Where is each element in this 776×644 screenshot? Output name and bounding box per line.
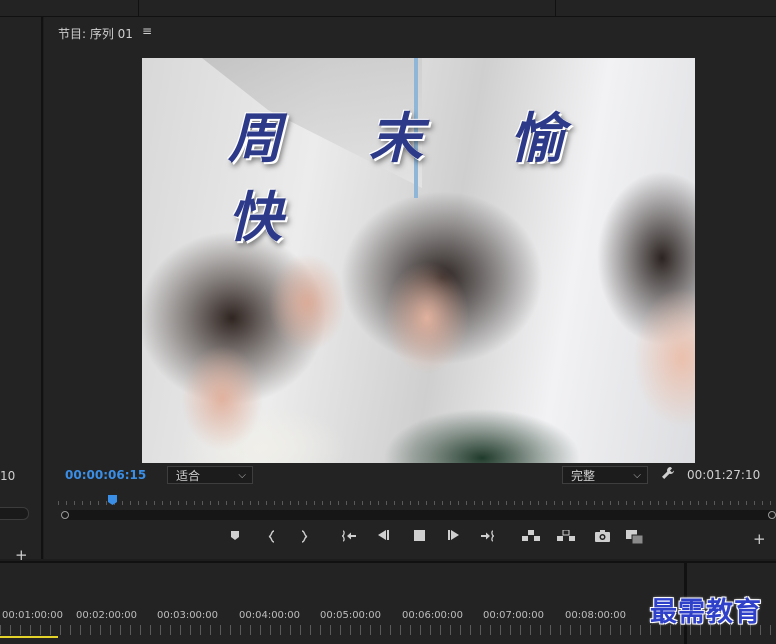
step-back-icon[interactable] bbox=[374, 530, 392, 546]
panel-menu-icon[interactable]: ≡ bbox=[142, 24, 152, 38]
timeline-time-label: 00:07:00:00 bbox=[483, 610, 545, 621]
zoom-scrollbar-handle-left[interactable] bbox=[61, 511, 69, 519]
zoom-scrollbar-handle-right[interactable] bbox=[768, 511, 776, 519]
timeline-time-label: 00:02:00:00 bbox=[76, 610, 138, 621]
mark-in-icon[interactable] bbox=[263, 530, 281, 546]
chevron-down-icon: ⌵ bbox=[238, 470, 246, 481]
stop-icon[interactable] bbox=[410, 530, 428, 546]
timeline-time-label: 00:05:00:00 bbox=[320, 610, 382, 621]
panel-divider bbox=[138, 0, 139, 16]
chevron-down-icon: ⌵ bbox=[633, 470, 641, 481]
button-editor-plus-button[interactable]: + bbox=[753, 532, 766, 547]
zoom-level-select[interactable]: 适合 ⌵ bbox=[167, 466, 253, 484]
playback-resolution-select[interactable]: 完整 ⌵ bbox=[562, 466, 648, 484]
zoom-level-value: 适合 bbox=[176, 469, 201, 483]
source-timecode: 10 bbox=[0, 469, 16, 483]
program-monitor-panel: 节目: 序列 01 ≡ 周 末 愉 快 00:00:06:15 适合 ⌵ 完整 … bbox=[44, 17, 776, 559]
watermark-logo: 最需教育 bbox=[650, 597, 762, 628]
title-overlay-text: 周 末 愉 快 bbox=[228, 106, 598, 249]
extract-icon[interactable] bbox=[557, 530, 575, 546]
timeline-time-label: 00:04:00:00 bbox=[239, 610, 301, 621]
timeline-time-label: 00:01:00:00 bbox=[2, 610, 64, 621]
panel-title[interactable]: 节目: 序列 01 bbox=[58, 25, 133, 42]
source-panel: 10 + bbox=[0, 17, 43, 563]
timeline-time-label: 00:06:00:00 bbox=[402, 610, 464, 621]
go-to-out-icon[interactable] bbox=[479, 530, 497, 546]
export-frame-icon[interactable] bbox=[593, 530, 611, 546]
work-area-bar[interactable] bbox=[0, 636, 58, 638]
add-marker-icon[interactable] bbox=[226, 530, 244, 546]
zoom-scrollbar[interactable] bbox=[61, 510, 776, 520]
wrench-icon[interactable] bbox=[661, 466, 675, 484]
playback-resolution-value: 完整 bbox=[571, 469, 596, 483]
time-ruler[interactable] bbox=[58, 497, 772, 505]
source-scrollbar[interactable] bbox=[0, 507, 29, 520]
current-timecode[interactable]: 00:00:06:15 bbox=[65, 468, 146, 482]
step-forward-icon[interactable] bbox=[445, 530, 463, 546]
duration-timecode: 00:01:27:10 bbox=[687, 468, 761, 482]
timeline-time-label: 00:03:00:00 bbox=[157, 610, 219, 621]
source-add-button[interactable]: + bbox=[15, 548, 28, 563]
go-to-in-icon[interactable] bbox=[340, 530, 358, 546]
panel-divider bbox=[555, 0, 556, 16]
timeline-time-label: 00:08:00:00 bbox=[565, 610, 627, 621]
lift-icon[interactable] bbox=[522, 530, 540, 546]
mark-out-icon[interactable] bbox=[295, 530, 313, 546]
compare-view-icon[interactable] bbox=[626, 530, 644, 546]
video-preview[interactable]: 周 末 愉 快 bbox=[142, 58, 695, 463]
top-panel-strip bbox=[0, 0, 776, 17]
